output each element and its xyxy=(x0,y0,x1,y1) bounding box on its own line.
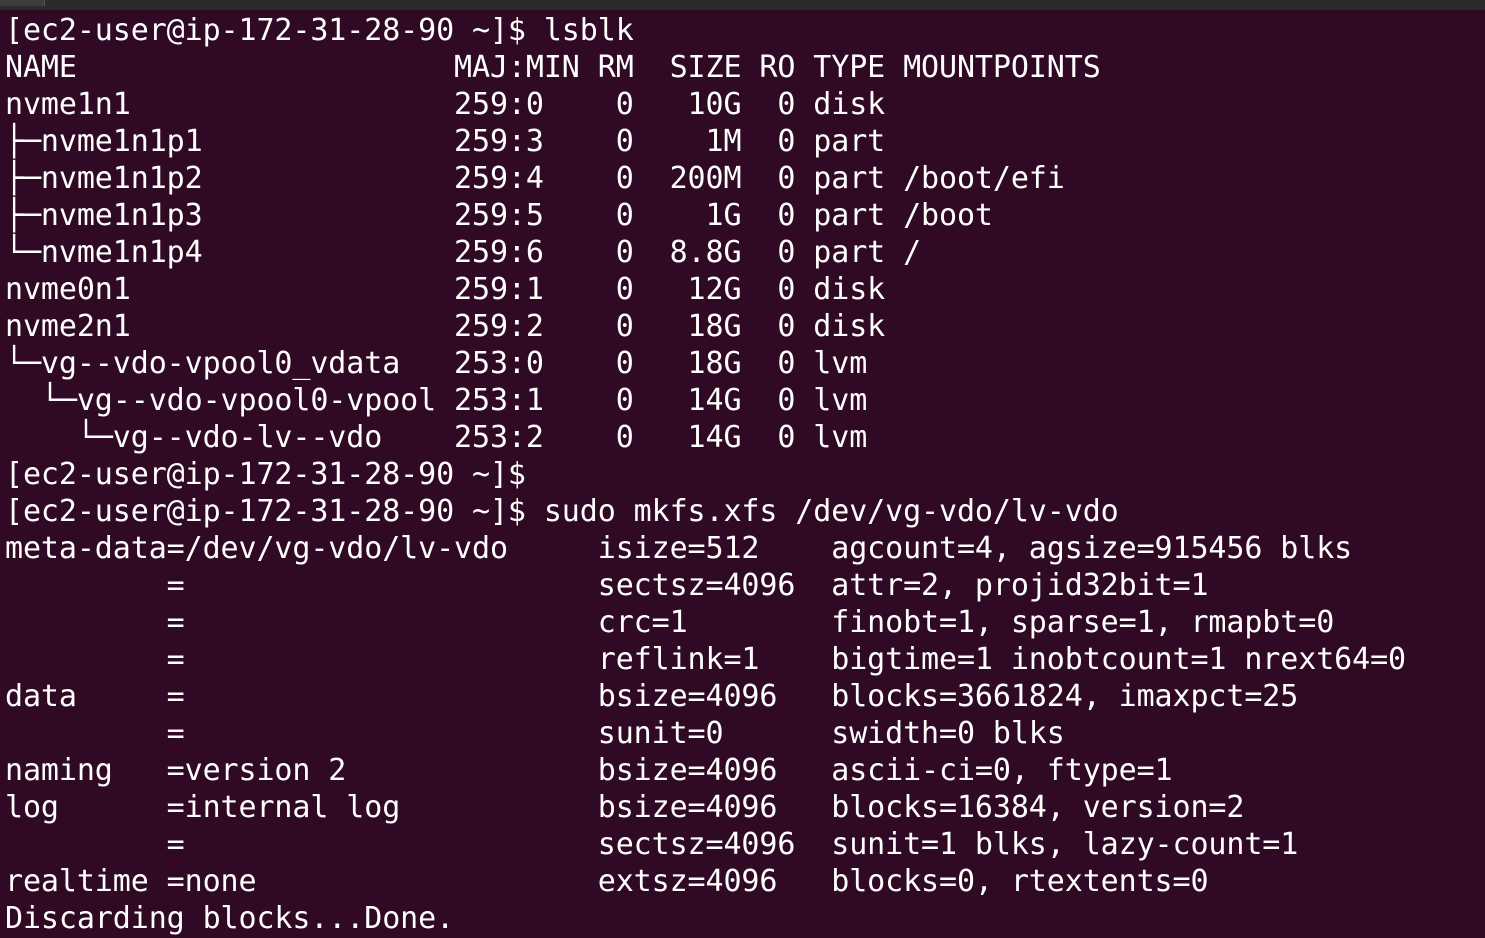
mkfs-log-sectsz-line: = sectsz=4096 sunit=1 blks, lazy-count=1 xyxy=(5,827,1299,862)
terminal-line-prompt-mkfs: [ec2-user@ip-172-31-28-90 ~]$ sudo mkfs.… xyxy=(5,494,1119,529)
mkfs-discarding-line: Discarding blocks...Done. xyxy=(5,901,455,936)
mkfs-realtime-line: realtime =none extsz=4096 blocks=0, rtex… xyxy=(5,864,1209,899)
lsblk-row-nvme1n1p3: ├─nvme1n1p3 259:5 0 1G 0 part /boot xyxy=(5,198,993,233)
terminal-screen: [ec2-user@ip-172-31-28-90 ~]$ lsblk NAME … xyxy=(5,12,1483,937)
lsblk-row-nvme1n1: nvme1n1 259:0 0 10G 0 disk xyxy=(5,87,886,122)
mkfs-meta-data-line: meta-data=/dev/vg-vdo/lv-vdo isize=512 a… xyxy=(5,531,1353,566)
lsblk-row-nvme0n1: nvme0n1 259:1 0 12G 0 disk xyxy=(5,272,886,307)
lsblk-row-nvme2n1: nvme2n1 259:2 0 18G 0 disk xyxy=(5,309,886,344)
window-top-bar xyxy=(0,0,1485,10)
lsblk-row-nvme1n1p4: └─nvme1n1p4 259:6 0 8.8G 0 part / xyxy=(5,235,922,270)
lsblk-row-nvme1n1p1: ├─nvme1n1p1 259:3 0 1M 0 part xyxy=(5,124,886,159)
lsblk-row-vpool0-vdata: └─vg--vdo-vpool0_vdata 253:0 0 18G 0 lvm xyxy=(5,346,868,381)
mkfs-data-line: data = bsize=4096 blocks=3661824, imaxpc… xyxy=(5,679,1299,714)
mkfs-reflink-line: = reflink=1 bigtime=1 inobtcount=1 nrext… xyxy=(5,642,1406,677)
mkfs-log-line: log =internal log bsize=4096 blocks=1638… xyxy=(5,790,1245,825)
mkfs-naming-line: naming =version 2 bsize=4096 ascii-ci=0,… xyxy=(5,753,1173,788)
terminal-line-prompt-empty: [ec2-user@ip-172-31-28-90 ~]$ xyxy=(5,457,526,492)
lsblk-row-nvme1n1p2: ├─nvme1n1p2 259:4 0 200M 0 part /boot/ef… xyxy=(5,161,1065,196)
mkfs-crc-line: = crc=1 finobt=1, sparse=1, rmapbt=0 xyxy=(5,605,1335,640)
lsblk-row-vpool0-vpool: └─vg--vdo-vpool0-vpool 253:1 0 14G 0 lvm xyxy=(5,383,868,418)
mkfs-sectsz-line: = sectsz=4096 attr=2, projid32bit=1 xyxy=(5,568,1209,603)
terminal-line-prompt-lsblk: [ec2-user@ip-172-31-28-90 ~]$ lsblk xyxy=(5,13,634,48)
terminal-tab[interactable] xyxy=(0,0,45,6)
lsblk-header: NAME MAJ:MIN RM SIZE RO TYPE MOUNTPOINTS xyxy=(5,50,1101,85)
terminal-window: [ec2-user@ip-172-31-28-90 ~]$ lsblk NAME … xyxy=(0,0,1485,938)
mkfs-sunit-line: = sunit=0 swidth=0 blks xyxy=(5,716,1065,751)
lsblk-row-lv-vdo: └─vg--vdo-lv--vdo 253:2 0 14G 0 lvm xyxy=(5,420,868,455)
terminal-output[interactable]: [ec2-user@ip-172-31-28-90 ~]$ lsblk NAME … xyxy=(5,12,1483,938)
